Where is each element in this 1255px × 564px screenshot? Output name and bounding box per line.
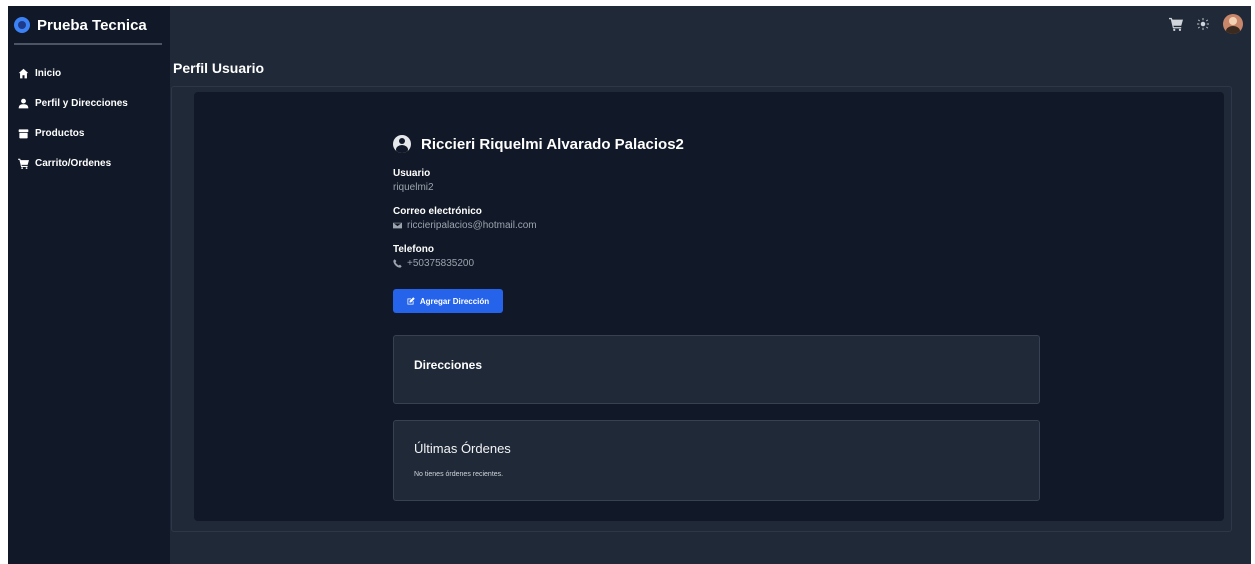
phone-value: +50375835200 — [407, 258, 475, 269]
sun-icon — [1197, 18, 1209, 30]
addresses-card: Direcciones — [393, 335, 1040, 404]
box-icon — [18, 128, 29, 138]
cart-icon — [1169, 17, 1183, 31]
field-label: Correo electrónico — [393, 206, 482, 217]
add-address-button[interactable]: Agregar Dirección — [393, 289, 503, 313]
sidebar: Prueba Tecnica Inicio Perfil y Direccion… — [8, 6, 170, 564]
profile-name: Riccieri Riquelmi Alvarado Palacios2 — [421, 135, 684, 153]
cart-button[interactable] — [1169, 17, 1183, 31]
home-icon — [18, 68, 29, 78]
orders-empty-text: No tienes órdenes recientes. — [414, 471, 504, 478]
field-telefono: Telefono +50375835200 — [393, 244, 1043, 270]
user-circle-icon — [393, 135, 411, 153]
sidebar-item-label: Inicio — [35, 67, 62, 79]
user-avatar[interactable] — [1223, 14, 1243, 34]
brand[interactable]: Prueba Tecnica — [8, 6, 170, 44]
field-email: Correo electrónico riccieripalacios@hotm… — [393, 206, 1043, 232]
user-icon — [18, 98, 29, 108]
field-value: riquelmi2 — [393, 181, 1043, 194]
orders-card: Últimas Órdenes No tienes órdenes recien… — [393, 420, 1040, 501]
sidebar-item-carrito[interactable]: Carrito/Ordenes — [8, 148, 170, 178]
field-usuario: Usuario riquelmi2 — [393, 168, 1043, 194]
email-value: riccieripalacios@hotmail.com — [407, 220, 537, 231]
top-bar-actions — [1155, 14, 1243, 34]
username-value: riquelmi2 — [393, 182, 434, 193]
addresses-title: Direcciones — [414, 358, 483, 372]
brand-title: Prueba Tecnica — [37, 16, 147, 34]
add-address-label: Agregar Dirección — [419, 296, 490, 306]
sidebar-nav: Inicio Perfil y Direcciones Productos Ca… — [8, 58, 170, 178]
sidebar-item-inicio[interactable]: Inicio — [8, 58, 170, 88]
orders-title: Últimas Órdenes — [414, 441, 511, 456]
brand-logo-icon — [14, 17, 30, 33]
top-bar — [170, 6, 1251, 44]
envelope-icon — [393, 222, 402, 229]
theme-toggle-button[interactable] — [1197, 18, 1209, 30]
field-label: Usuario — [393, 168, 431, 179]
edit-icon — [407, 297, 415, 305]
sidebar-item-perfil[interactable]: Perfil y Direcciones — [8, 88, 170, 118]
field-value: +50375835200 — [393, 257, 1043, 270]
page-title: Perfil Usuario — [173, 60, 265, 76]
sidebar-item-label: Carrito/Ordenes — [35, 157, 112, 169]
field-value: riccieripalacios@hotmail.com — [393, 219, 1043, 232]
phone-icon — [393, 259, 402, 268]
profile-header: Riccieri Riquelmi Alvarado Palacios2 — [393, 132, 1043, 156]
sidebar-item-label: Productos — [35, 127, 85, 139]
profile-info: Riccieri Riquelmi Alvarado Palacios2 Usu… — [393, 132, 1043, 270]
cart-icon — [18, 158, 29, 169]
field-label: Telefono — [393, 244, 434, 255]
sidebar-item-productos[interactable]: Productos — [8, 118, 170, 148]
brand-divider — [14, 43, 162, 45]
sidebar-item-label: Perfil y Direcciones — [35, 97, 128, 109]
